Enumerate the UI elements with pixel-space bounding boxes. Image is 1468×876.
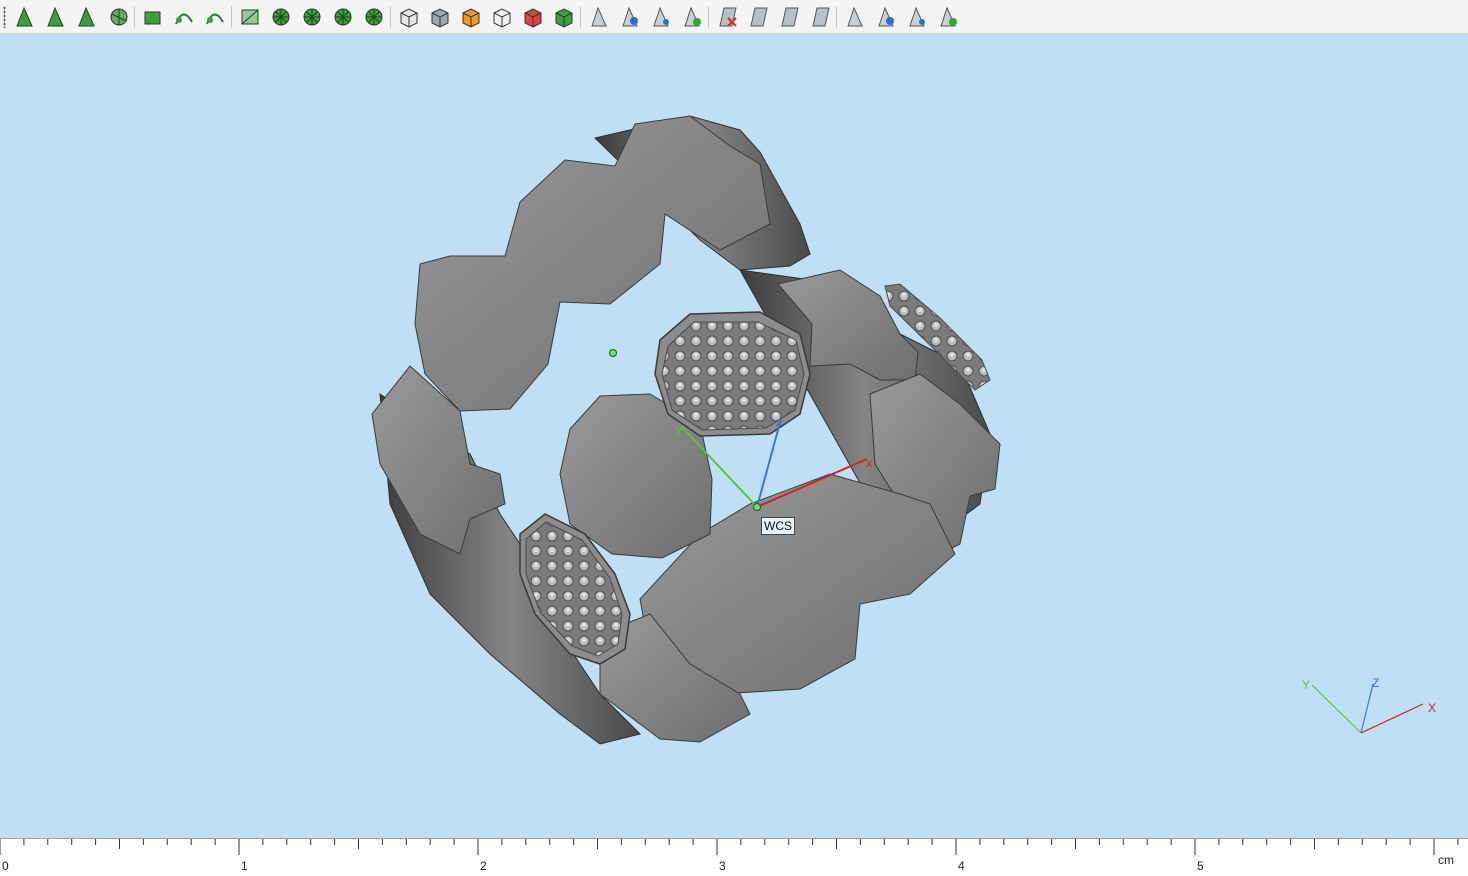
cone-delete-button[interactable] [714,4,740,30]
ruler-label: 3 [719,859,726,873]
face-tool-icon [47,6,64,27]
corner-x-label: X [1428,701,1436,715]
toolbar-separator [836,6,837,28]
prism-copy-icon [781,7,799,27]
box-tool-icon [400,8,418,28]
box-green-icon [555,8,573,28]
face-tool-button[interactable] [43,4,69,30]
cone-outline-icon [847,6,863,27]
box-shaded-button[interactable] [427,4,453,30]
box-shaded-icon [431,8,449,28]
wheel-node-icon [365,8,383,26]
ruler-label: 1 [241,859,248,873]
cone-globe-icon [684,6,701,27]
edge-tool-button[interactable] [74,4,100,30]
scale-ruler: 0 1 2 3 4 5 cm [0,838,1468,876]
pattern-tool-icon [303,8,321,26]
scene-canvas: x y z X Y Z [371,115,1436,745]
ruler-unit: cm [1438,853,1454,867]
cone-surface-button[interactable] [617,4,643,30]
wcs-z-label: z [776,415,782,429]
corner-y-label: Y [1302,678,1310,692]
cone-delete-icon [719,7,737,27]
surface-tool-icon [241,9,259,25]
box-colored-icon [462,8,480,28]
pattern-tool-button[interactable] [299,4,325,30]
rectangle-tool-button[interactable] [140,4,166,30]
cone-blue-button[interactable] [904,4,930,30]
wcs-x-label: x [866,456,872,470]
surface-node-button[interactable] [268,4,294,30]
prism-copy-button[interactable] [776,4,802,30]
prism-tool-icon [750,7,768,27]
circle-tool-icon [110,8,128,26]
box-wire-button[interactable] [489,4,515,30]
node-tool-icon [175,13,193,25]
vertex-tool-button[interactable] [12,4,38,30]
3d-viewport[interactable]: x y z X Y Z WCS [0,34,1468,838]
ruler-ticks [0,839,1459,855]
toolbar-grip[interactable] [3,6,6,28]
ruler-label: 0 [2,859,9,873]
cone-globe-button[interactable] [679,4,705,30]
wcs-label[interactable]: WCS [761,517,795,535]
curve-tool-button[interactable] [202,4,228,30]
toolbar-separator [231,6,232,28]
box-red-icon [524,8,542,28]
circle-tool-button[interactable] [105,4,131,30]
box-tool-button[interactable] [396,4,422,30]
box-colored-button[interactable] [458,4,484,30]
vertex-tool-icon [16,6,33,27]
toolbar-separator [390,6,391,28]
box-red-button[interactable] [520,4,546,30]
wcs-y-label: y [676,422,682,436]
toolbar-separator [580,6,581,28]
cone-surface-icon [622,6,638,27]
corner-axis-triad: X Y Z [1302,676,1436,734]
prism-blue-icon [878,6,894,27]
cone-arrow-button[interactable] [648,4,674,30]
prism-tool-button[interactable] [745,4,771,30]
prism-gray-button[interactable] [935,4,961,30]
box-green-button[interactable] [551,4,577,30]
surface-tool-button[interactable] [237,4,263,30]
cone-arrow-icon [653,6,669,27]
prism-slice-button[interactable] [807,4,833,30]
toolbar-separator [708,6,709,28]
surface-node-icon [272,8,290,26]
cone-tool-icon [591,6,607,27]
cone-tool-button[interactable] [586,4,612,30]
ruler-label: 2 [480,859,487,873]
prism-slice-icon [812,7,830,27]
corner-z-label: Z [1372,676,1379,690]
cone-outline-button[interactable] [842,4,868,30]
wheel-tool-icon [334,8,352,26]
toolbar-separator [134,6,135,28]
prism-gray-icon [940,6,957,27]
wheel-node-button[interactable] [361,4,387,30]
node-tool-button[interactable] [171,4,197,30]
ruler-label: 4 [958,859,965,873]
cone-blue-icon [909,6,925,27]
curve-tool-icon [206,13,224,25]
edge-tool-icon [78,6,95,27]
main-toolbar [0,0,1468,34]
box-wire-icon [493,8,511,28]
selection-point[interactable] [609,349,617,357]
wheel-tool-button[interactable] [330,4,356,30]
rectangle-tool-icon [144,11,161,25]
prism-blue-button[interactable] [873,4,899,30]
ruler-label: 5 [1197,859,1204,873]
